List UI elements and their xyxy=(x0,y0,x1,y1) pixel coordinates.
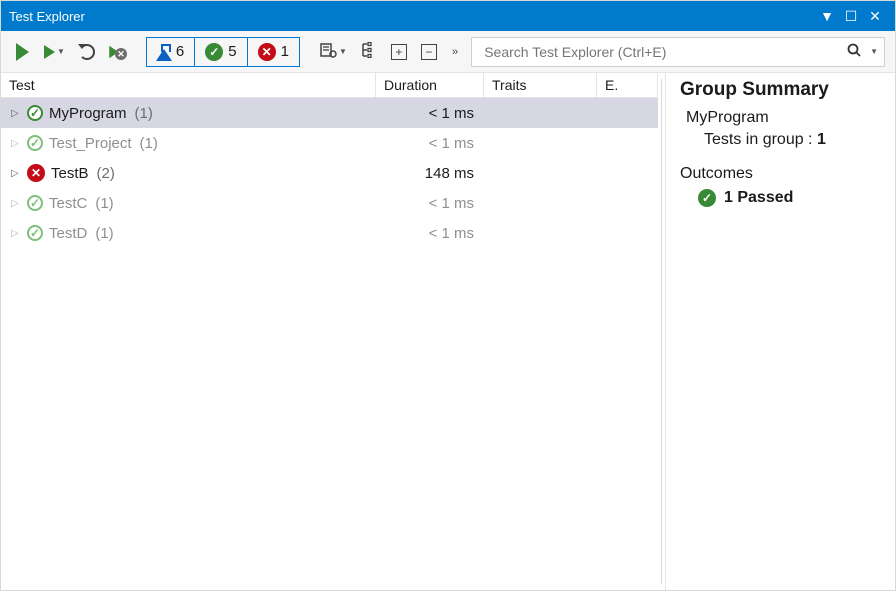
run-button[interactable]: ▼ xyxy=(39,38,70,66)
group-by-button[interactable] xyxy=(356,38,382,66)
test-count: (1) xyxy=(95,225,113,242)
test-list-pane: Test Duration Traits E. ▷ ✓ MyProgram (1) < … xyxy=(1,73,658,590)
test-cell: ▷ ✓ Test_Project (1) xyxy=(1,135,376,152)
search-box[interactable]: ▼ xyxy=(471,37,885,67)
test-cell: ▷ ✓ TestD (1) xyxy=(1,225,376,242)
summary-tests-in-group: Tests in group : 1 xyxy=(704,131,883,149)
run-all-button[interactable] xyxy=(11,38,35,66)
window-dropdown-icon[interactable]: ▼ xyxy=(815,8,839,24)
window-title: Test Explorer xyxy=(9,9,85,24)
filter-total-button[interactable]: 6 xyxy=(147,38,195,66)
search-icon[interactable] xyxy=(842,42,866,61)
header-test[interactable]: Test xyxy=(1,73,376,97)
test-row[interactable]: ▷ ✓ MyProgram (1) < 1 ms xyxy=(1,98,658,128)
expand-chevron-icon[interactable]: ▷ xyxy=(11,108,21,119)
test-row[interactable]: ▷ ✓ TestD (1) < 1 ms xyxy=(1,218,658,248)
test-name: MyProgram xyxy=(49,105,127,122)
repeat-icon xyxy=(79,44,95,60)
settings-icon xyxy=(319,41,337,63)
test-name: TestC xyxy=(49,195,87,212)
tests-in-label: Tests in group : xyxy=(704,131,813,148)
test-duration: < 1 ms xyxy=(376,105,484,122)
test-cell: ▷ ✓ TestC (1) xyxy=(1,195,376,212)
minus-box-icon: − xyxy=(421,44,437,60)
check-circle-icon: ✓ xyxy=(205,43,223,61)
main-area: Test Duration Traits E. ▷ ✓ MyProgram (1) < … xyxy=(1,73,895,590)
settings-button[interactable]: ▼ xyxy=(314,38,352,66)
overflow-icon[interactable]: ›› xyxy=(446,46,463,58)
test-cell: ▷ ✕ TestB (2) xyxy=(1,164,376,182)
filter-group: 6 ✓ 5 ✕ 1 xyxy=(146,37,300,67)
test-row[interactable]: ▷ ✕ TestB (2) 148 ms xyxy=(1,158,658,188)
check-circle-icon: ✓ xyxy=(27,135,43,151)
test-count: (1) xyxy=(140,135,158,152)
title-bar: Test Explorer ▼ ☐ ✕ xyxy=(1,1,895,31)
window-close-icon[interactable]: ✕ xyxy=(863,8,887,25)
play-icon xyxy=(44,45,55,59)
header-traits[interactable]: Traits xyxy=(484,73,597,97)
plus-box-icon: + xyxy=(391,44,407,60)
summary-group-name: MyProgram xyxy=(686,109,883,127)
chevron-down-icon: ▼ xyxy=(339,47,347,56)
check-circle-icon: ✓ xyxy=(27,195,43,211)
test-duration: < 1 ms xyxy=(376,135,484,152)
test-duration: < 1 ms xyxy=(376,225,484,242)
summary-pane: Group Summary MyProgram Tests in group :… xyxy=(665,73,895,590)
filter-failed-count: 1 xyxy=(281,43,289,60)
test-count: (1) xyxy=(135,105,153,122)
expand-all-button[interactable]: + xyxy=(386,38,412,66)
search-input[interactable] xyxy=(482,43,842,61)
filter-failed-button[interactable]: ✕ 1 xyxy=(248,38,299,66)
test-duration: 148 ms xyxy=(376,165,484,182)
test-count: (1) xyxy=(95,195,113,212)
expand-chevron-icon[interactable]: ▷ xyxy=(11,198,21,209)
check-circle-icon: ✓ xyxy=(698,189,716,207)
summary-outcomes-label: Outcomes xyxy=(680,165,883,183)
header-error[interactable]: E. xyxy=(597,73,658,97)
expand-chevron-icon[interactable]: ▷ xyxy=(11,168,21,179)
toolbar: ▼ ✕ 6 ✓ 5 ✕ 1 ▼ + xyxy=(1,31,895,73)
test-name: TestB xyxy=(51,165,89,182)
test-count: (2) xyxy=(97,165,115,182)
window-maximize-icon[interactable]: ☐ xyxy=(839,8,863,25)
test-row[interactable]: ▷ ✓ Test_Project (1) < 1 ms xyxy=(1,128,658,158)
chevron-down-icon[interactable]: ▼ xyxy=(870,47,878,56)
splitter[interactable] xyxy=(658,73,665,590)
check-circle-icon: ✓ xyxy=(27,225,43,241)
filter-passed-count: 5 xyxy=(228,43,236,60)
column-headers: Test Duration Traits E. xyxy=(1,73,658,98)
summary-heading: Group Summary xyxy=(680,79,883,101)
fail-circle-icon: ✕ xyxy=(258,43,276,61)
test-duration: < 1 ms xyxy=(376,195,484,212)
repeat-last-run-button[interactable] xyxy=(74,38,100,66)
filter-passed-button[interactable]: ✓ 5 xyxy=(195,38,247,66)
cancel-icon: ✕ xyxy=(115,48,127,60)
summary-outcome-passed: ✓ 1 Passed xyxy=(698,189,883,207)
check-circle-icon: ✓ xyxy=(27,105,43,121)
expand-chevron-icon[interactable]: ▷ xyxy=(11,228,21,239)
test-name: Test_Project xyxy=(49,135,132,152)
tests-in-count: 1 xyxy=(817,131,826,148)
test-cell: ▷ ✓ MyProgram (1) xyxy=(1,105,376,122)
test-rows: ▷✓MyProgram(1)< 1 ms▷✓Test_Project(1)< 1… xyxy=(1,98,658,590)
collapse-all-button[interactable]: − xyxy=(416,38,442,66)
test-row[interactable]: ▷ ✓ TestC (1) < 1 ms xyxy=(1,188,658,218)
flask-icon xyxy=(157,44,171,60)
chevron-down-icon: ▼ xyxy=(57,47,65,56)
cancel-run-button[interactable]: ✕ xyxy=(104,38,132,66)
filter-total-count: 6 xyxy=(176,43,184,60)
test-name: TestD xyxy=(49,225,87,242)
expand-chevron-icon[interactable]: ▷ xyxy=(11,138,21,149)
play-outline-icon xyxy=(18,45,29,59)
header-duration[interactable]: Duration xyxy=(376,73,484,97)
outcome-passed-label: 1 Passed xyxy=(724,189,793,207)
fail-circle-icon: ✕ xyxy=(27,164,45,182)
hierarchy-icon xyxy=(361,42,377,62)
